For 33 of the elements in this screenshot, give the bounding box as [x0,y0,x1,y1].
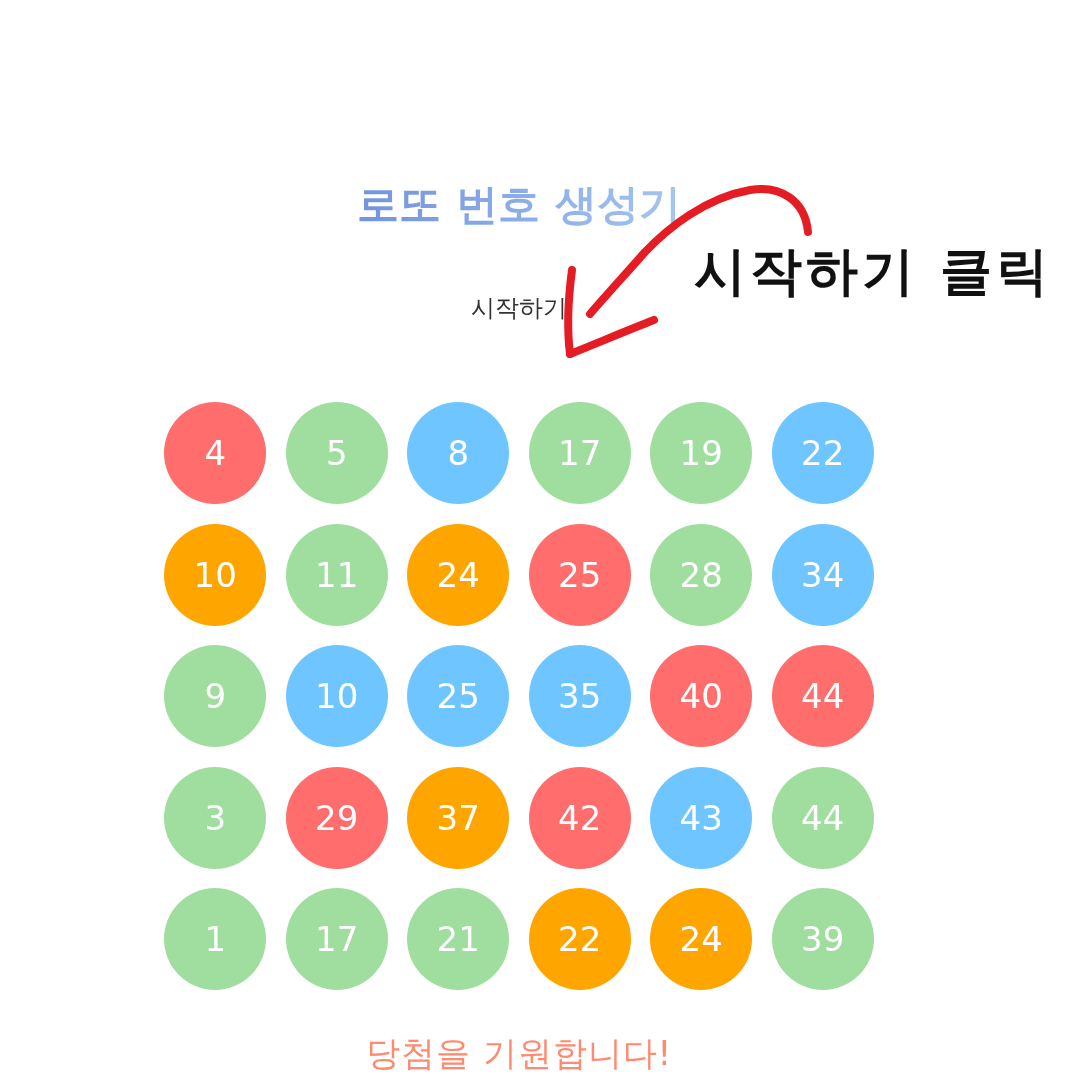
good-luck-message: 당첨을 기원합니다! [365,1034,673,1072]
number-ball: 19 [650,402,753,504]
number-ball: 25 [407,645,510,747]
number-ball: 21 [407,888,510,990]
number-ball: 29 [285,766,388,869]
number-ball: 10 [164,523,267,626]
number-ball: 44 [771,645,874,747]
number-ball: 24 [407,523,510,626]
number-ball: 8 [407,402,510,504]
number-ball: 40 [650,645,753,747]
annotation-text: 시작하기 클릭 [694,240,1053,302]
number-ball: 17 [528,402,631,504]
number-ball: 5 [285,402,388,504]
number-ball: 39 [771,888,874,990]
number-ball: 37 [407,766,510,869]
start-button[interactable]: 시작하기 [467,288,571,329]
number-ball: 17 [285,888,388,990]
number-ball: 1 [164,888,267,990]
number-ball: 35 [528,645,631,747]
number-ball: 11 [285,523,388,626]
number-ball: 34 [771,523,874,626]
number-ball: 42 [528,766,631,869]
number-ball: 22 [771,402,874,504]
number-ball: 9 [164,645,267,747]
number-ball: 44 [771,766,874,869]
number-ball: 24 [650,888,753,990]
number-ball: 4 [164,402,267,504]
number-ball: 25 [528,523,631,626]
number-ball: 28 [650,523,753,626]
number-ball: 10 [285,645,388,747]
number-ball: 22 [528,888,631,990]
number-ball: 3 [164,766,267,869]
number-ball: 43 [650,766,753,869]
